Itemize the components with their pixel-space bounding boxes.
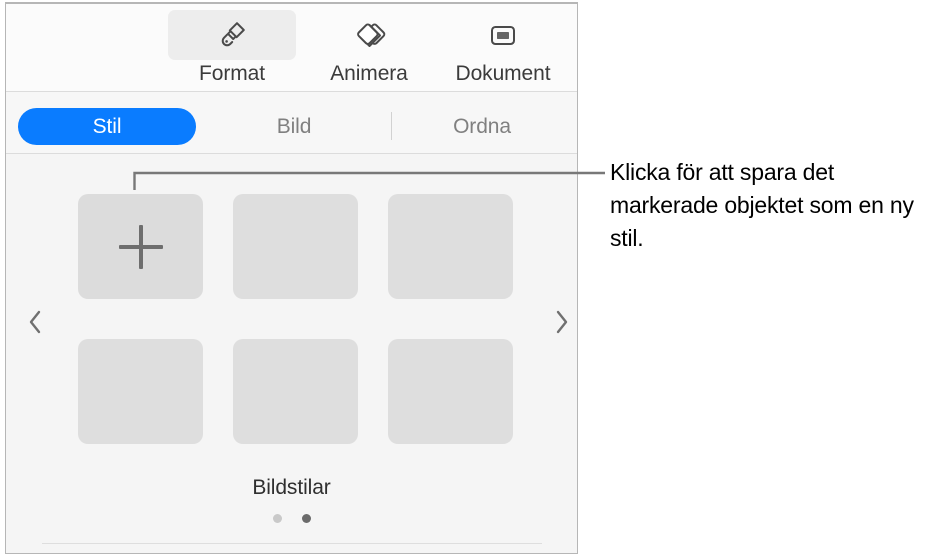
tab-stil[interactable]: Stil [18,108,196,145]
tab-stil-label: Stil [92,114,122,138]
section-separator [42,543,542,544]
toolbar-button-animera-label: Animera [330,62,408,85]
style-tile[interactable] [233,339,358,444]
tab-bild-label: Bild [276,114,312,138]
inspector-toolbar: Format Animera Dokument [6,4,577,92]
page-dots [6,514,577,523]
document-frame-icon [439,10,567,60]
toolbar-button-format[interactable]: Format [166,10,298,88]
toolbar-button-format-label: Format [199,62,265,85]
image-styles-label: Bildstilar [252,476,331,499]
add-style-tile[interactable] [78,194,203,299]
style-tile[interactable] [388,339,513,444]
callout-text: Klicka för att spara det markerade objek… [610,159,914,251]
tab-ordna-label: Ordna [453,114,511,138]
chevron-right-icon[interactable] [545,302,577,342]
format-inspector-panel: Format Animera Dokument Stil Bild Ordna … [5,2,578,554]
style-tile[interactable] [388,194,513,299]
image-styles-section: Bildstilar [6,154,577,553]
style-tile[interactable] [78,339,203,444]
style-tile[interactable] [233,194,358,299]
toolbar-button-dokument-label: Dokument [455,62,551,85]
tab-bild[interactable]: Bild [224,108,364,145]
chevron-left-icon[interactable] [18,302,52,342]
toolbar-button-dokument[interactable]: Dokument [437,10,569,88]
inspector-tab-bar: Stil Bild Ordna [6,92,577,154]
toolbar-button-animera[interactable]: Animera [303,10,435,88]
page-dot[interactable] [272,514,282,523]
tab-divider [391,112,392,140]
plus-icon [118,224,163,269]
paintbrush-icon [168,10,296,60]
tab-ordna[interactable]: Ordna [404,108,560,145]
overlapping-diamonds-icon [305,10,433,60]
page-dot-active[interactable] [301,514,311,523]
